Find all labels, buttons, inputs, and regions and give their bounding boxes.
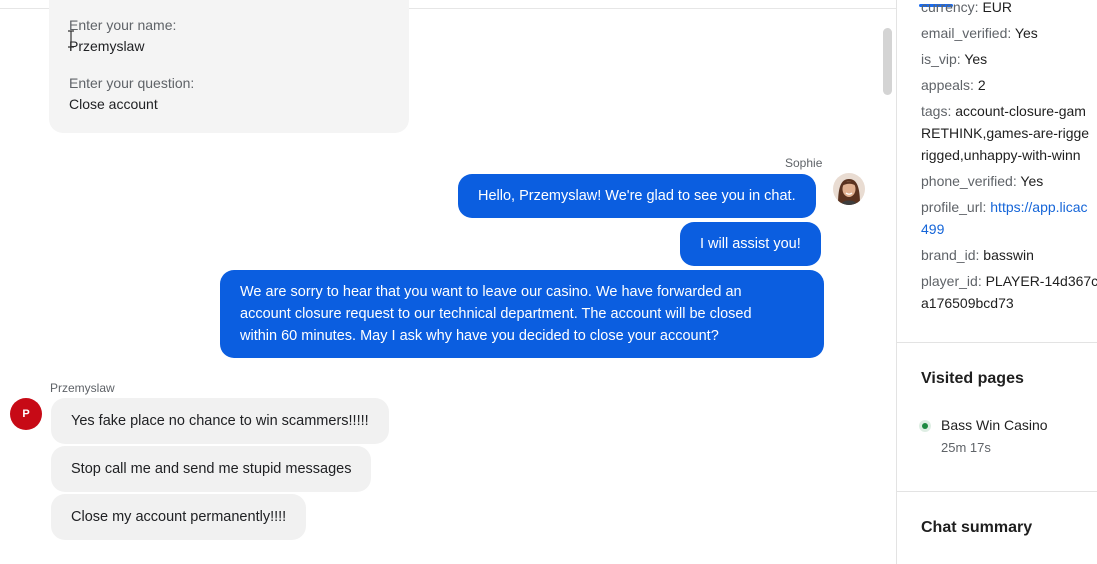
user-message: Stop call me and send me stupid messages [51,446,372,492]
agent-message-line: within 60 minutes. May I ask why have yo… [240,328,719,344]
prop-key: currency: [921,0,979,15]
agent-message-line: account closure request to our technical… [240,306,752,322]
section-divider [897,491,1097,492]
prop-value: 2 [977,77,986,93]
user-name: Przemyslaw [50,381,115,395]
prop-player-id-cont: a176509bcd73 [921,295,1014,311]
prop-key: appeals: [921,77,974,93]
prechat-form-card: Enter your name: Przemyslaw Enter your q… [49,0,409,133]
user-avatar: P [10,398,42,430]
user-message: Close my account permanently!!!! [51,494,307,540]
prop-profile-url-cont: 499 [921,218,944,240]
visited-page-name[interactable]: Bass Win Casino [941,417,1048,433]
agent-message: We are sorry to hear that you want to le… [220,270,824,358]
prop-is-vip: is_vip: Yes [921,48,987,70]
user-message-text: Yes fake place no chance to win scammers… [71,413,369,429]
user-message-text: Stop call me and send me stupid messages [71,461,352,477]
prop-tags: tags: account-closure-gam [921,100,1086,122]
agent-avatar-icon [833,173,865,205]
prop-brand-id: brand_id: basswin [921,244,1034,266]
prop-key: phone_verified: [921,173,1017,189]
profile-url-link-cont[interactable]: 499 [921,221,944,237]
agent-message: Hello, Przemyslaw! We're glad to see you… [458,174,816,218]
prop-key: brand_id: [921,247,980,263]
prop-email-verified: email_verified: Yes [921,22,1038,44]
online-status-icon [919,420,931,432]
visited-page-duration: 25m 17s [941,440,991,455]
name-field-value: Przemyslaw [69,38,145,54]
prop-value: Yes [1020,173,1044,189]
prop-profile-url: profile_url: https://app.licac [921,196,1088,218]
prop-player-id: player_id: PLAYER-14d367c [921,270,1097,292]
agent-name: Sophie [785,156,823,170]
text-cursor-icon [68,30,74,48]
prop-key: profile_url: [921,199,987,215]
prop-phone-verified: phone_verified: Yes [921,170,1043,192]
profile-url-link[interactable]: https://app.licac [990,199,1087,215]
prop-value: PLAYER-14d367c [985,273,1097,289]
agent-message: I will assist you! [680,222,821,266]
user-message: Yes fake place no chance to win scammers… [51,398,389,444]
chat-scrollbar[interactable] [883,28,892,95]
prop-tags-cont: RETHINK,games-are-rigge [921,125,1090,141]
section-divider [897,342,1097,343]
prop-value: EUR [982,0,1013,15]
prop-key: email_verified: [921,25,1012,41]
question-field-value: Close account [69,96,158,112]
prop-appeals: appeals: 2 [921,74,986,96]
user-message-text: Close my account permanently!!!! [71,509,287,525]
prop-value: Yes [964,51,988,67]
agent-message-text: Hello, Przemyslaw! We're glad to see you… [478,188,796,204]
prop-key: tags: [921,103,952,119]
chat-panel: Enter your name: Przemyslaw Enter your q… [0,0,896,564]
prop-currency: currency: EUR [921,0,1012,18]
prop-key: player_id: [921,273,982,289]
agent-message-text: I will assist you! [700,236,801,252]
visited-pages-title: Visited pages [921,370,1024,387]
details-panel: currency: EUR email_verified: Yes is_vip… [896,0,1097,564]
chat-summary-title: Chat summary [921,519,1033,536]
prop-value: account-closure-gam [955,103,1086,119]
prop-tags-cont: rigged,unhappy-with-winn [921,147,1081,163]
prop-value: Yes [1014,25,1038,41]
question-field-label: Enter your question: [69,75,195,91]
agent-message-line: We are sorry to hear that you want to le… [240,284,742,300]
name-field-label: Enter your name: [69,17,177,33]
agent-avatar [833,173,865,205]
prop-key: is_vip: [921,51,961,67]
prop-value: basswin [983,247,1034,263]
